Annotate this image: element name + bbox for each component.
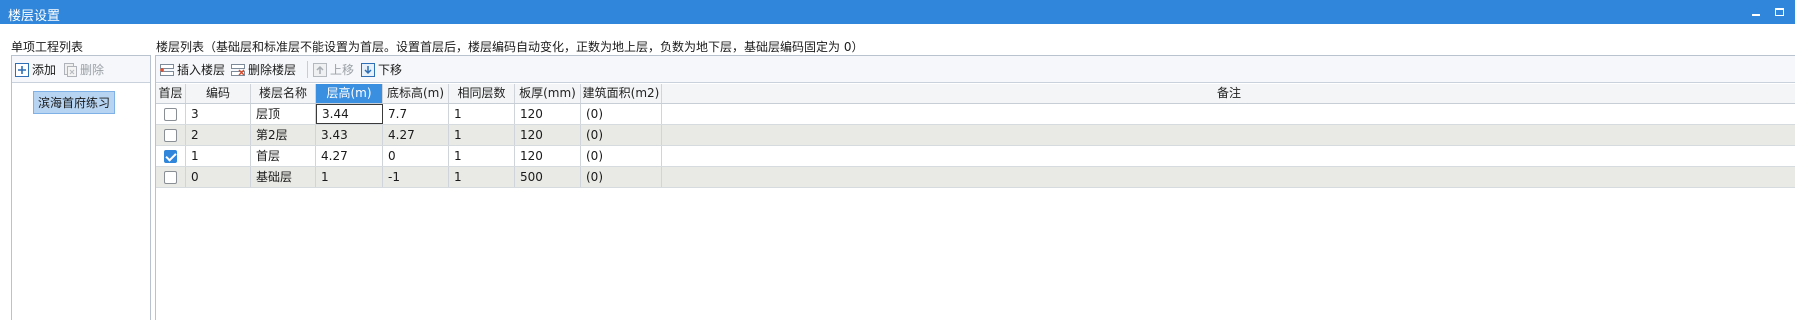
base-cell[interactable]: 7.7 <box>383 104 449 124</box>
thick-cell[interactable]: 500 <box>515 167 581 187</box>
list-item[interactable]: 滨海首府练习 <box>33 91 116 114</box>
code-cell[interactable]: 3 <box>186 104 251 124</box>
thick-cell[interactable]: 120 <box>515 146 581 166</box>
column-header-base[interactable]: 底标高(m) <box>383 84 449 103</box>
first-floor-checkbox[interactable] <box>164 108 177 121</box>
first-floor-checkbox[interactable] <box>164 129 177 142</box>
first-floor-cell[interactable] <box>156 104 186 124</box>
first-floor-cell[interactable] <box>156 146 186 166</box>
column-header-thick[interactable]: 板厚(mm) <box>515 84 581 103</box>
column-header-note[interactable]: 备注 <box>662 84 1795 103</box>
height-cell[interactable]: 3.44 <box>316 104 383 124</box>
table-row[interactable]: 1 首层 4.27 0 1 120 (0) <box>156 146 1795 167</box>
move-down-label: 下移 <box>378 63 403 77</box>
table-row[interactable]: 3 层顶 3.44 7.7 1 120 (0) <box>156 104 1795 125</box>
delete-floor-button[interactable]: 删除楼层 <box>231 61 296 78</box>
minimize-icon <box>1752 14 1760 16</box>
window-title: 楼层设置 <box>8 9 61 24</box>
floor-toolbar: 插入楼层 删除楼层 上移 下移 <box>156 56 1795 83</box>
column-header-code[interactable]: 编码 <box>186 84 251 103</box>
table-header: 首层 编码 楼层名称 层高(m) 底标高(m) 相同层数 板厚(mm) 建筑面积… <box>156 84 1795 104</box>
delete-project-label: 删除 <box>80 63 105 77</box>
delete-project-button[interactable]: 删除 <box>63 61 104 78</box>
name-cell[interactable]: 基础层 <box>251 167 316 187</box>
code-cell[interactable]: 2 <box>186 125 251 145</box>
arrow-up-icon <box>313 62 327 77</box>
title-bar: 楼层设置 <box>0 0 1795 24</box>
add-project-label: 添加 <box>32 63 57 77</box>
base-cell[interactable]: -1 <box>383 167 449 187</box>
area-cell[interactable]: (0) <box>581 125 662 145</box>
note-cell[interactable] <box>662 125 1795 145</box>
height-cell[interactable]: 1 <box>316 167 383 187</box>
thick-cell[interactable]: 120 <box>515 104 581 124</box>
code-cell[interactable]: 1 <box>186 146 251 166</box>
base-cell[interactable]: 0 <box>383 146 449 166</box>
table-row[interactable]: 2 第2层 3.43 4.27 1 120 (0) <box>156 125 1795 146</box>
note-cell[interactable] <box>662 146 1795 166</box>
minimize-button[interactable] <box>1748 4 1764 20</box>
maximize-button[interactable] <box>1771 4 1787 20</box>
area-cell[interactable]: (0) <box>581 146 662 166</box>
same-cell[interactable]: 1 <box>449 125 515 145</box>
move-up-button[interactable]: 上移 <box>313 61 354 78</box>
note-cell[interactable] <box>662 167 1795 187</box>
first-floor-checkbox[interactable] <box>164 171 177 184</box>
area-cell[interactable]: (0) <box>581 167 662 187</box>
first-floor-checkbox[interactable] <box>164 150 177 163</box>
arrow-down-icon <box>361 62 375 77</box>
name-cell[interactable]: 首层 <box>251 146 316 166</box>
area-cell[interactable]: (0) <box>581 104 662 124</box>
move-up-label: 上移 <box>330 63 355 77</box>
column-header-same[interactable]: 相同层数 <box>449 84 515 103</box>
insert-floor-label: 插入楼层 <box>177 63 226 77</box>
toolbar-divider <box>307 61 308 78</box>
code-cell[interactable]: 0 <box>186 167 251 187</box>
name-cell[interactable]: 层顶 <box>251 104 316 124</box>
table-row[interactable]: 0 基础层 1 -1 1 500 (0) <box>156 167 1795 188</box>
height-cell[interactable]: 4.27 <box>316 146 383 166</box>
floor-list-panel: 插入楼层 删除楼层 上移 下移 首层 编码 楼层名称 层高(m) 底标高(m) … <box>155 55 1795 320</box>
same-cell[interactable]: 1 <box>449 146 515 166</box>
column-header-name[interactable]: 楼层名称 <box>251 84 316 103</box>
name-cell[interactable]: 第2层 <box>251 125 316 145</box>
project-list-title: 单项工程列表 <box>11 40 84 54</box>
thick-cell[interactable]: 120 <box>515 125 581 145</box>
project-list-panel: 添加 删除 滨海首府练习 <box>11 55 151 320</box>
add-project-button[interactable]: 添加 <box>15 61 56 78</box>
plus-icon <box>15 62 29 77</box>
column-header-height[interactable]: 层高(m) <box>316 84 383 103</box>
move-down-button[interactable]: 下移 <box>361 61 402 78</box>
height-cell[interactable]: 3.43 <box>316 125 383 145</box>
column-header-first[interactable]: 首层 <box>156 84 186 103</box>
insert-floor-button[interactable]: 插入楼层 <box>160 61 225 78</box>
delete-doc-icon <box>63 62 77 77</box>
base-cell[interactable]: 4.27 <box>383 125 449 145</box>
project-toolbar: 添加 删除 <box>12 56 150 83</box>
maximize-icon <box>1774 8 1784 16</box>
insert-row-icon <box>160 63 174 77</box>
same-cell[interactable]: 1 <box>449 167 515 187</box>
delete-row-icon <box>231 63 245 77</box>
first-floor-cell[interactable] <box>156 125 186 145</box>
delete-floor-label: 删除楼层 <box>248 63 297 77</box>
same-cell[interactable]: 1 <box>449 104 515 124</box>
first-floor-cell[interactable] <box>156 167 186 187</box>
column-header-area[interactable]: 建筑面积(m2) <box>581 84 662 103</box>
note-cell[interactable] <box>662 104 1795 124</box>
floor-list-title: 楼层列表（基础层和标准层不能设置为首层。设置首层后，楼层编码自动变化，正数为地上… <box>156 40 864 54</box>
